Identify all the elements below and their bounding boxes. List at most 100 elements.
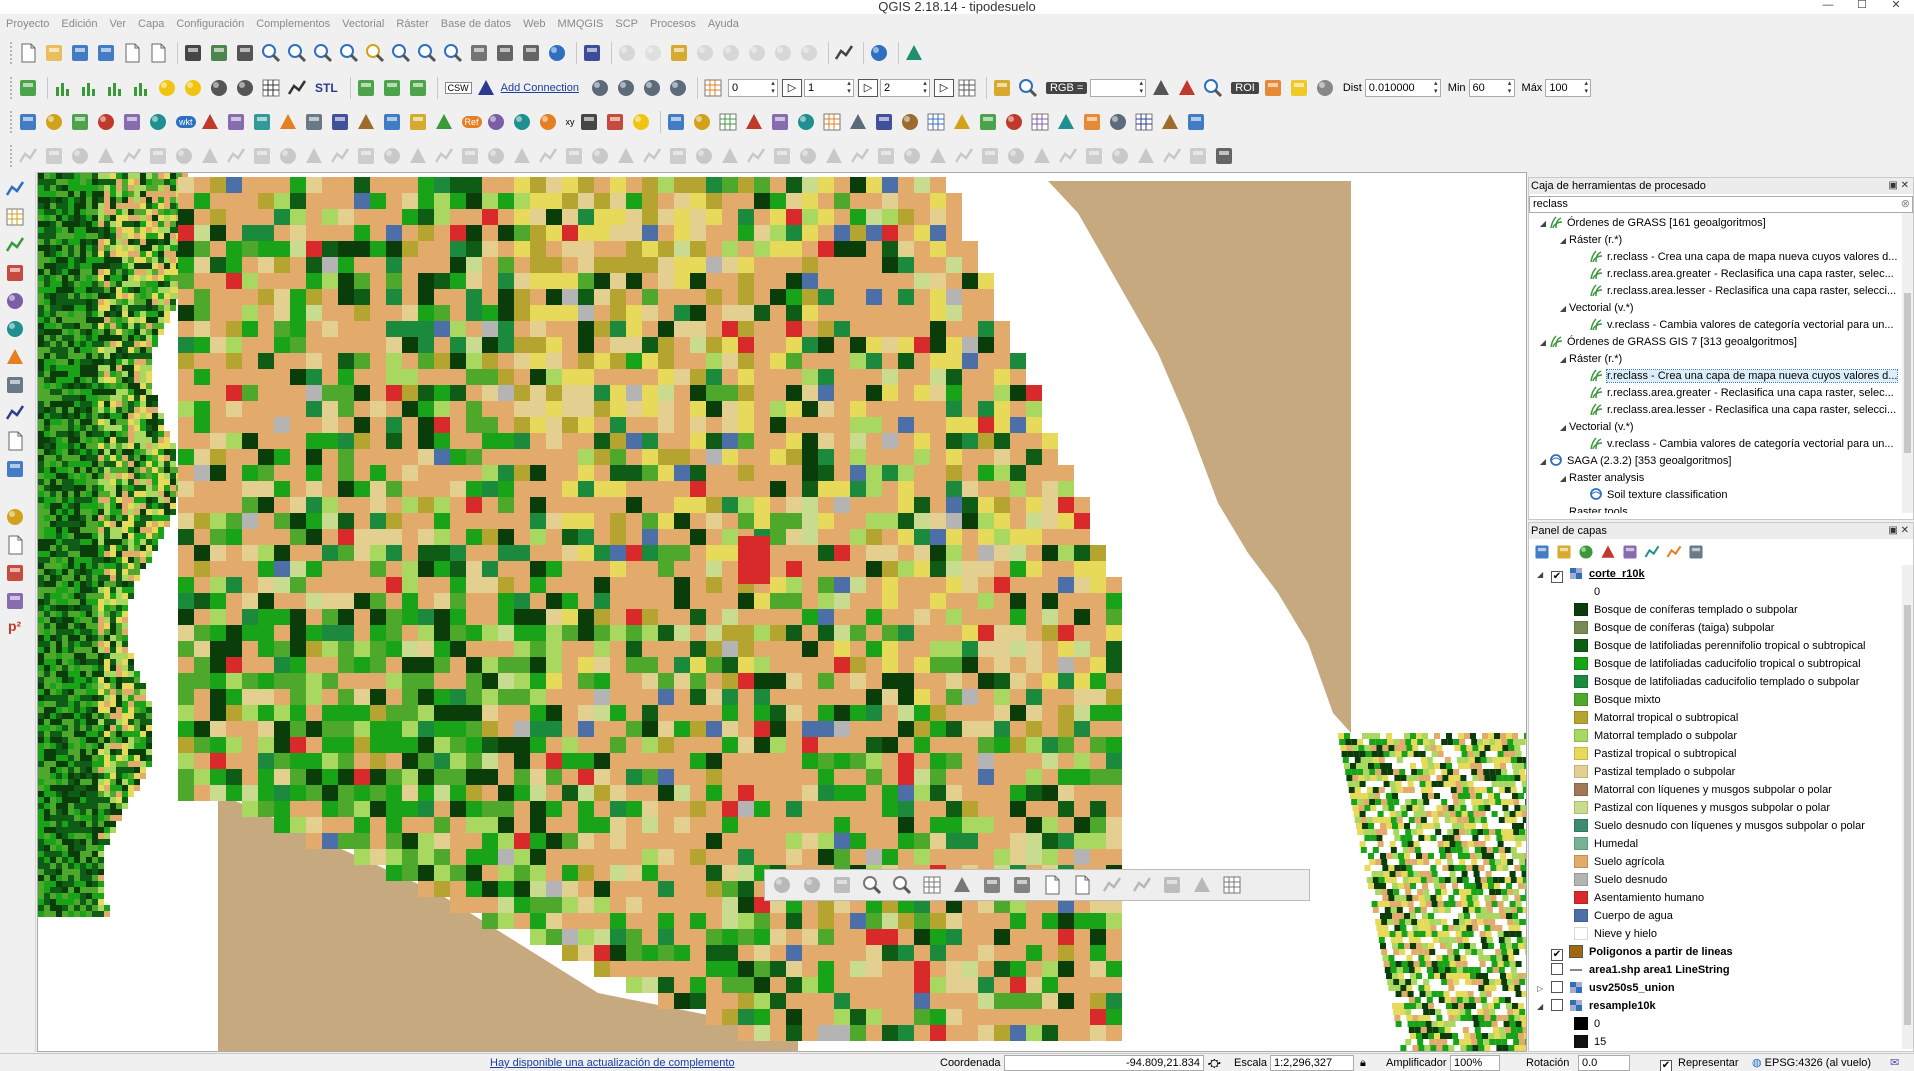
csw-label[interactable]: CSW xyxy=(444,82,472,94)
scp-dock-icon[interactable] xyxy=(991,77,1013,99)
add-temp-icon[interactable] xyxy=(4,562,26,584)
zoom-full-icon[interactable] xyxy=(338,42,360,64)
new-memory-icon[interactable] xyxy=(4,458,26,480)
band-grid-icon[interactable] xyxy=(702,77,724,99)
new-shapefile-icon[interactable] xyxy=(4,430,26,452)
zoom-to-selection-icon[interactable] xyxy=(364,42,386,64)
map-tips-icon[interactable] xyxy=(951,111,973,133)
expand-arrow-icon[interactable]: ◢ xyxy=(1557,419,1569,436)
layer-visibility-checkbox[interactable] xyxy=(1551,999,1563,1011)
rotation-field[interactable]: 0.0 xyxy=(1578,1055,1630,1071)
editing-tool-1-icon[interactable] xyxy=(43,145,65,167)
add-connection-icon[interactable] xyxy=(475,77,497,99)
select-icon[interactable] xyxy=(691,111,713,133)
attribute-table-icon[interactable] xyxy=(743,111,765,133)
close-button[interactable]: ✕ xyxy=(1882,0,1910,12)
scatter-icon[interactable] xyxy=(1055,111,1077,133)
pen-icon[interactable] xyxy=(329,111,351,133)
new-bookmark-icon[interactable] xyxy=(494,42,516,64)
processing-tree-item[interactable]: Raster tools xyxy=(1529,504,1913,513)
editing-tool-38-icon[interactable] xyxy=(1005,145,1027,167)
float-identify-feature-icon[interactable] xyxy=(771,874,793,896)
text-annotation-icon[interactable] xyxy=(668,42,690,64)
next-band-a[interactable]: ▷ xyxy=(781,79,802,97)
menu-item-0[interactable]: Proyecto xyxy=(0,18,55,30)
profile-2-icon[interactable] xyxy=(78,77,100,99)
globe-2-icon[interactable] xyxy=(641,77,663,99)
max-field[interactable]: 100 xyxy=(1545,79,1592,97)
new-virtual-icon[interactable] xyxy=(4,506,26,528)
stats-icon[interactable] xyxy=(769,111,791,133)
float-edit-icon[interactable] xyxy=(1131,874,1153,896)
save-project-icon[interactable] xyxy=(69,42,91,64)
menu-item-11[interactable]: SCP xyxy=(609,18,644,30)
menu-item-12[interactable]: Procesos xyxy=(644,18,702,30)
render-checkbox[interactable]: ✔ Representar xyxy=(1660,1056,1739,1071)
lifebuoy-icon[interactable] xyxy=(1185,111,1207,133)
zoom-out-icon[interactable] xyxy=(286,42,308,64)
map-canvas[interactable] xyxy=(37,172,1527,1052)
sun-icon[interactable] xyxy=(156,77,178,99)
curve-icon[interactable] xyxy=(604,111,626,133)
editing-tool-21-icon[interactable] xyxy=(563,145,585,167)
annotation-2-icon[interactable] xyxy=(694,42,716,64)
expand-all-icon[interactable] xyxy=(1643,543,1661,561)
layer-visibility-checkbox[interactable] xyxy=(1551,981,1563,993)
pan-icon[interactable] xyxy=(234,42,256,64)
flower-icon[interactable] xyxy=(511,111,533,133)
collapse-arrow-icon[interactable]: ◢ xyxy=(1537,566,1551,584)
editing-tool-42-icon[interactable] xyxy=(1109,145,1131,167)
coordinate-field[interactable]: -94.809,21.834 xyxy=(1004,1055,1204,1071)
min-field[interactable]: 60 xyxy=(1468,79,1515,97)
water-drop-icon[interactable] xyxy=(903,42,925,64)
float-deselect-icon[interactable] xyxy=(981,874,1003,896)
float-select-rect-icon[interactable] xyxy=(921,874,943,896)
expand-arrow-icon[interactable]: ◢ xyxy=(1537,215,1549,232)
expand-arrow-icon[interactable]: ◢ xyxy=(1557,300,1569,317)
roi-add-icon[interactable] xyxy=(1288,77,1310,99)
float-poly-edit-icon[interactable] xyxy=(1191,874,1213,896)
expand-arrow-icon[interactable]: ◢ xyxy=(1537,453,1549,470)
editing-tool-3-icon[interactable] xyxy=(95,145,117,167)
menu-item-2[interactable]: Ver xyxy=(104,18,133,30)
menu-item-7[interactable]: Ráster xyxy=(390,18,434,30)
layer-visibility-checkbox[interactable]: ✔ xyxy=(1551,571,1563,583)
editing-tool-30-icon[interactable] xyxy=(797,145,819,167)
processing-tree-item[interactable]: ◢ Vectorial (v.*) xyxy=(1529,419,1913,436)
deselect-icon[interactable] xyxy=(717,111,739,133)
add-wfs-icon[interactable] xyxy=(4,374,26,396)
kmz-icon[interactable] xyxy=(225,111,247,133)
profile-3-icon[interactable] xyxy=(104,77,126,99)
show-bookmarks-icon[interactable] xyxy=(520,42,542,64)
roi-label[interactable]: ROI xyxy=(1231,82,1259,94)
editing-tool-29-icon[interactable] xyxy=(771,145,793,167)
field-calc-icon[interactable] xyxy=(795,111,817,133)
float-paste-icon[interactable] xyxy=(1071,874,1093,896)
zoom-next-icon[interactable] xyxy=(442,42,464,64)
editing-tool-9-icon[interactable] xyxy=(251,145,273,167)
editing-tool-36-icon[interactable] xyxy=(953,145,975,167)
editing-tool-8-icon[interactable] xyxy=(225,145,247,167)
editing-tool-13-icon[interactable] xyxy=(355,145,377,167)
style-brush-icon[interactable] xyxy=(1533,543,1551,561)
help-icon[interactable] xyxy=(581,42,603,64)
slash-circle-icon[interactable] xyxy=(433,111,455,133)
rgb-select[interactable] xyxy=(1090,79,1147,97)
layer-visibility-checkbox[interactable] xyxy=(1551,963,1563,975)
scale-field[interactable]: 1:2,296,327 xyxy=(1270,1055,1354,1071)
editing-tool-26-icon[interactable] xyxy=(693,145,715,167)
editing-tool-7-icon[interactable] xyxy=(199,145,221,167)
processing-tree-item[interactable]: ◢ Órdenes de GRASS GIS 7 [313 geoalgoritm… xyxy=(1529,334,1913,351)
editing-tool-39-icon[interactable] xyxy=(1031,145,1053,167)
add-postgis-icon[interactable] xyxy=(4,290,26,312)
heatmap-icon[interactable] xyxy=(630,111,652,133)
stl-label[interactable]: STL xyxy=(315,81,338,95)
editing-tool-20-icon[interactable] xyxy=(537,145,559,167)
editing-tool-22-icon[interactable] xyxy=(589,145,611,167)
spin-b-field[interactable]: 1 xyxy=(803,79,854,97)
xy-point-label[interactable]: xy xyxy=(566,117,575,127)
pan-map-icon[interactable] xyxy=(182,42,204,64)
menu-item-3[interactable]: Capa xyxy=(132,18,170,30)
menu-item-6[interactable]: Vectorial xyxy=(336,18,390,30)
measure-line-icon[interactable] xyxy=(847,111,869,133)
